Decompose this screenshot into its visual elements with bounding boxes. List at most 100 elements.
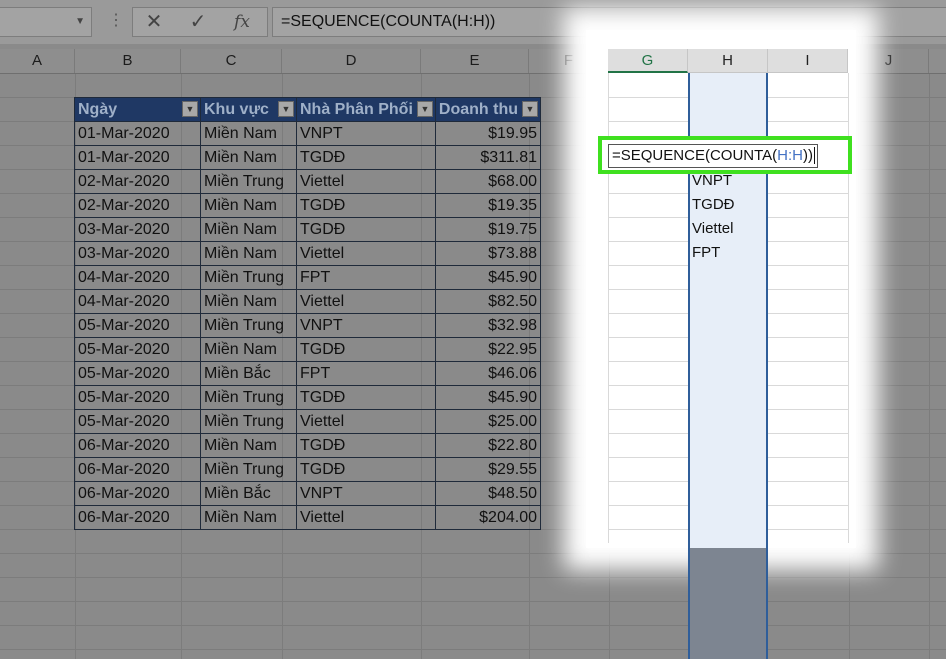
table-cell[interactable]: 04-Mar-2020 xyxy=(74,265,201,290)
table-cell[interactable]: Miền Trung xyxy=(200,409,297,434)
column-header-d[interactable]: D xyxy=(282,49,421,73)
table-cell[interactable]: VNPT xyxy=(296,121,436,146)
table-header-cell[interactable]: Doanh thu ▼ xyxy=(434,97,542,122)
table-cell[interactable]: Miền Bắc xyxy=(200,481,297,506)
column-header-h[interactable]: H xyxy=(688,49,768,73)
table-cell[interactable]: VNPT xyxy=(296,313,436,338)
table-cell[interactable]: $311.81 xyxy=(434,145,542,170)
table-cell[interactable]: Viettel xyxy=(296,505,436,530)
table-cell[interactable]: Viettel xyxy=(296,289,436,314)
table-cell[interactable]: TGDĐ xyxy=(296,193,436,218)
column-header-j[interactable]: J xyxy=(849,49,929,73)
table-cell[interactable]: Viettel xyxy=(296,409,436,434)
table-cell[interactable]: $73.88 xyxy=(434,241,542,266)
table-cell[interactable]: Miền Nam xyxy=(200,241,297,266)
filter-dropdown-icon[interactable]: ▼ xyxy=(182,101,198,117)
table-cell[interactable]: Miền Nam xyxy=(200,145,297,170)
table-cell[interactable]: 03-Mar-2020 xyxy=(74,217,201,242)
table-header-row: Ngày ▼ Khu vực ▼ Nhà Phân Phối ▼ Doanh thu ▼ xyxy=(74,97,542,122)
table-row: 05-Mar-2020 Miền Bắc FPT $46.06 xyxy=(74,361,542,386)
enter-check-icon[interactable]: ✓ xyxy=(183,10,213,34)
table-cell[interactable]: Miền Nam xyxy=(200,505,297,530)
cell-h-value[interactable]: Viettel xyxy=(692,220,733,237)
table-cell[interactable]: 05-Mar-2020 xyxy=(74,313,201,338)
table-cell[interactable]: $29.55 xyxy=(434,457,542,482)
table-cell[interactable]: $25.00 xyxy=(434,409,542,434)
table-cell[interactable]: 05-Mar-2020 xyxy=(74,385,201,410)
table-cell[interactable]: 01-Mar-2020 xyxy=(74,145,201,170)
filter-dropdown-icon[interactable]: ▼ xyxy=(522,101,538,117)
table-cell[interactable]: Miền Trung xyxy=(200,385,297,410)
table-cell[interactable]: $68.00 xyxy=(434,169,542,194)
table-cell[interactable]: $22.95 xyxy=(434,337,542,362)
table-header-cell[interactable]: Nhà Phân Phối ▼ xyxy=(296,97,436,122)
table-header-cell[interactable]: Khu vực ▼ xyxy=(200,97,297,122)
table-cell[interactable]: Miền Nam xyxy=(200,121,297,146)
name-box[interactable]: ▼ xyxy=(0,7,92,37)
table-cell[interactable]: $82.50 xyxy=(434,289,542,314)
table-cell[interactable]: $45.90 xyxy=(434,265,542,290)
editor-formula-suffix: )) xyxy=(803,147,813,164)
table-cell[interactable]: 01-Mar-2020 xyxy=(74,121,201,146)
table-cell[interactable]: 04-Mar-2020 xyxy=(74,289,201,314)
table-cell[interactable]: Miền Nam xyxy=(200,337,297,362)
column-header-i[interactable]: I xyxy=(768,49,848,73)
table-cell[interactable]: FPT xyxy=(296,361,436,386)
table-cell[interactable]: $22.80 xyxy=(434,433,542,458)
table-cell[interactable]: Miền Trung xyxy=(200,169,297,194)
cell-editor[interactable]: =SEQUENCE(COUNTA(H:H)) xyxy=(608,144,818,168)
table-cell[interactable]: Miền Nam xyxy=(200,289,297,314)
table-cell[interactable]: 05-Mar-2020 xyxy=(74,361,201,386)
cell-h-value[interactable]: VNPT xyxy=(692,172,732,189)
table-cell[interactable]: Viettel xyxy=(296,169,436,194)
column-header-b[interactable]: B xyxy=(75,49,181,73)
cancel-icon[interactable]: ✕ xyxy=(139,10,169,34)
table-cell[interactable]: Miền Nam xyxy=(200,193,297,218)
table-cell[interactable]: Miền Nam xyxy=(200,433,297,458)
table-cell[interactable]: TGDĐ xyxy=(296,385,436,410)
table-cell[interactable]: $46.06 xyxy=(434,361,542,386)
chevron-down-icon[interactable]: ▼ xyxy=(75,16,85,27)
column-header-a[interactable]: A xyxy=(0,49,75,73)
table-cell[interactable]: 06-Mar-2020 xyxy=(74,433,201,458)
table-cell[interactable]: $19.75 xyxy=(434,217,542,242)
table-cell[interactable]: $19.95 xyxy=(434,121,542,146)
table-cell[interactable]: TGDĐ xyxy=(296,145,436,170)
table-cell[interactable]: Miền Trung xyxy=(200,265,297,290)
table-cell[interactable]: $204.00 xyxy=(434,505,542,530)
table-cell[interactable]: 05-Mar-2020 xyxy=(74,409,201,434)
table-cell[interactable]: 06-Mar-2020 xyxy=(74,457,201,482)
table-cell[interactable]: $19.35 xyxy=(434,193,542,218)
table-cell[interactable]: TGDĐ xyxy=(296,217,436,242)
cell-h-value[interactable]: TGDĐ xyxy=(692,196,735,213)
column-header-g[interactable]: G xyxy=(608,49,688,73)
table-cell[interactable]: Miền Nam xyxy=(200,217,297,242)
table-cell[interactable]: VNPT xyxy=(296,481,436,506)
table-cell[interactable]: $32.98 xyxy=(434,313,542,338)
table-cell[interactable]: Miền Trung xyxy=(200,313,297,338)
column-header-c[interactable]: C xyxy=(181,49,282,73)
filter-dropdown-icon[interactable]: ▼ xyxy=(416,101,433,117)
column-header-e[interactable]: E xyxy=(421,49,529,73)
table-cell[interactable]: 03-Mar-2020 xyxy=(74,241,201,266)
filter-dropdown-icon[interactable]: ▼ xyxy=(278,101,294,117)
table-cell[interactable]: Miền Bắc xyxy=(200,361,297,386)
table-cell[interactable]: 02-Mar-2020 xyxy=(74,169,201,194)
table-cell[interactable]: TGDĐ xyxy=(296,337,436,362)
table-cell[interactable]: 05-Mar-2020 xyxy=(74,337,201,362)
cell-h-value[interactable]: FPT xyxy=(692,244,720,261)
table-cell[interactable]: $48.50 xyxy=(434,481,542,506)
table-cell[interactable]: $45.90 xyxy=(434,385,542,410)
table-cell[interactable]: 02-Mar-2020 xyxy=(74,193,201,218)
table-cell[interactable]: Viettel xyxy=(296,241,436,266)
more-options-icon[interactable]: ⋮ xyxy=(108,10,124,30)
table-cell[interactable]: TGDĐ xyxy=(296,457,436,482)
table-cell[interactable]: Miền Trung xyxy=(200,457,297,482)
table-cell[interactable]: 06-Mar-2020 xyxy=(74,481,201,506)
table-cell[interactable]: TGDĐ xyxy=(296,433,436,458)
table-cell[interactable]: 06-Mar-2020 xyxy=(74,505,201,530)
table-cell[interactable]: FPT xyxy=(296,265,436,290)
insert-function-icon[interactable]: fx xyxy=(227,10,257,34)
table-header-cell[interactable]: Ngày ▼ xyxy=(74,97,201,122)
table-row: 05-Mar-2020 Miền Nam TGDĐ $22.95 xyxy=(74,337,542,362)
